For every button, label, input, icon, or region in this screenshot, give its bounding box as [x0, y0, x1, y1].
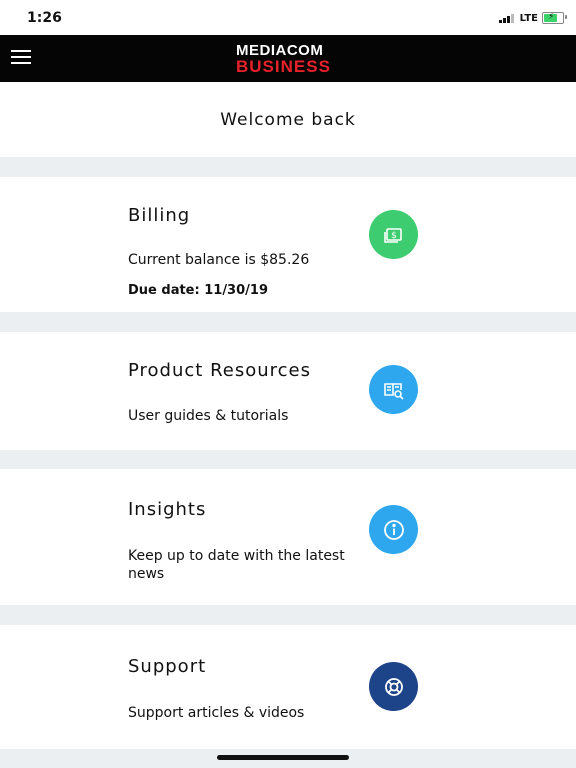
product-resources-subtitle: User guides & tutorials: [128, 408, 289, 424]
nav-bar: MEDIACOM BUSINESS: [0, 35, 576, 82]
svg-text:$: $: [391, 231, 397, 241]
mediacom-business-logo: MEDIACOM BUSINESS: [236, 43, 331, 76]
product-resources-card[interactable]: Product Resources User guides & tutorial…: [0, 332, 576, 450]
status-indicators: LTE ⚡: [498, 12, 567, 24]
due-date: Due date: 11/30/19: [128, 283, 268, 298]
logo-top-text: MEDIACOM: [236, 42, 324, 59]
status-bar: 1:26 LTE ⚡: [0, 0, 576, 35]
billing-title: Billing: [128, 205, 191, 226]
network-type: LTE: [519, 12, 538, 24]
support-subtitle: Support articles & videos: [128, 705, 305, 721]
insights-subtitle: Keep up to date with the latest news: [128, 548, 345, 582]
current-balance: Current balance is $85.26: [128, 252, 310, 268]
battery-icon: ⚡: [542, 12, 567, 24]
support-title: Support: [128, 656, 207, 677]
support-card[interactable]: Support Support articles & videos: [0, 625, 576, 749]
logo-bottom-text: BUSINESS: [236, 57, 331, 76]
book-search-icon[interactable]: [369, 365, 418, 414]
status-time: 1:26: [27, 10, 62, 26]
home-indicator[interactable]: [217, 755, 349, 760]
insights-title: Insights: [128, 499, 207, 520]
hamburger-menu-icon[interactable]: [11, 50, 31, 66]
product-resources-title: Product Resources: [128, 360, 311, 381]
lifebuoy-icon[interactable]: [369, 662, 418, 711]
insights-card[interactable]: Insights Keep up to date with the latest…: [0, 469, 576, 605]
welcome-text: Welcome back: [220, 110, 356, 130]
info-icon[interactable]: [369, 505, 418, 554]
signal-icon: [498, 13, 514, 23]
welcome-section: Welcome back: [0, 82, 576, 157]
billing-card[interactable]: Billing Current balance is $85.26 Due da…: [0, 177, 576, 312]
money-bill-icon[interactable]: $: [369, 210, 418, 259]
